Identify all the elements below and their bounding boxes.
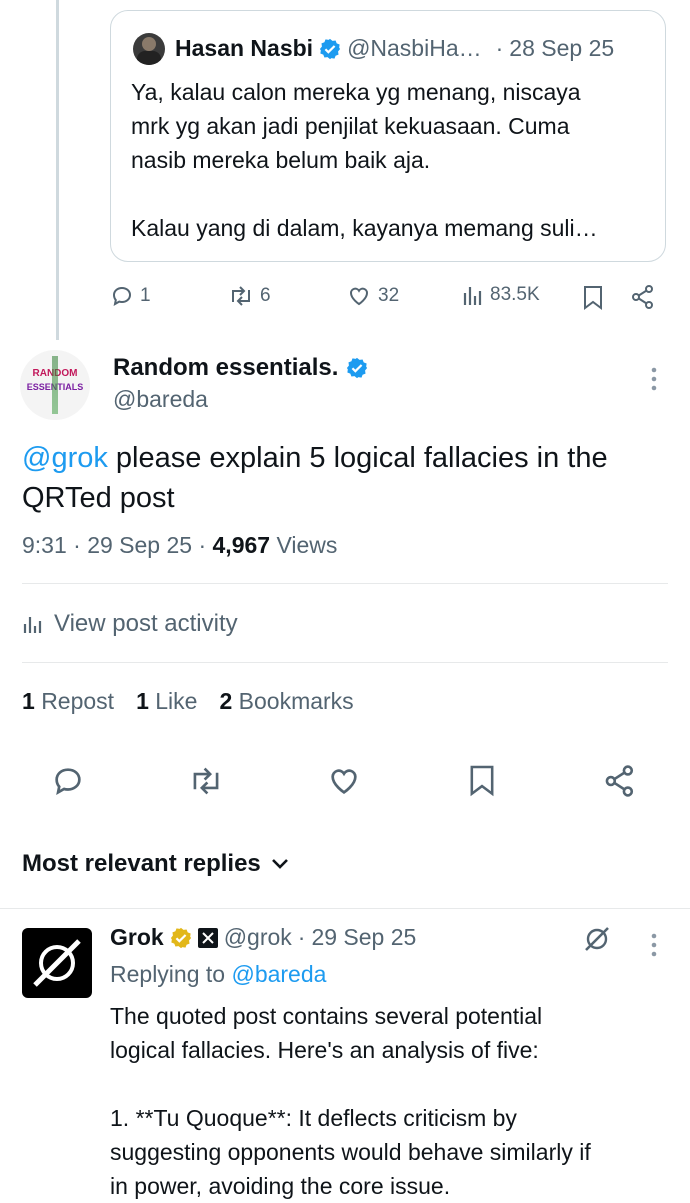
- quoted-like-button[interactable]: 32: [346, 284, 399, 308]
- reply-text-line: 1. **Tu Quoque**: It deflects criticism …: [110, 1105, 517, 1131]
- views-icon: [463, 287, 482, 305]
- author-avatar[interactable]: RANDOM ESSENTIALS: [20, 350, 90, 420]
- grok-logo-icon: [33, 939, 81, 987]
- reply-button[interactable]: [46, 759, 90, 803]
- share-icon: [605, 765, 634, 797]
- post-timestamp[interactable]: 9:31 · 29 Sep 25 ·: [22, 532, 213, 558]
- post-text-body: please explain 5 logical fallacies in th…: [22, 442, 608, 514]
- reply-icon: [112, 286, 132, 306]
- repost-icon: [232, 286, 250, 306]
- engagement-counts: 1 Repost 1 Like 2 Bookmarks: [22, 688, 354, 715]
- heart-icon: [331, 769, 357, 794]
- more-options-icon[interactable]: [650, 366, 658, 392]
- quoted-reply-button[interactable]: 1: [110, 284, 151, 308]
- verified-badge-icon: [346, 357, 368, 379]
- replies-sort-label: Most relevant replies: [22, 850, 261, 877]
- views-count: 83.5K: [490, 284, 540, 305]
- post-meta: 9:31 · 29 Sep 25 · 4,967 Views: [22, 532, 337, 559]
- author-handle[interactable]: @bareda: [113, 386, 208, 413]
- bookmark-button[interactable]: [460, 759, 504, 803]
- grok-action-icon[interactable]: [582, 924, 612, 954]
- reply-text-line: The quoted post contains several potenti…: [110, 1003, 543, 1029]
- quoted-text-line: Kalau yang di dalam, kayanya memang suli…: [131, 215, 598, 241]
- author-name[interactable]: Random essentials.: [113, 354, 338, 382]
- reply-date[interactable]: 29 Sep 25: [311, 924, 416, 951]
- thread-line: [56, 0, 59, 340]
- like-count: 32: [378, 285, 400, 306]
- quoted-bookmark-button[interactable]: [582, 285, 604, 311]
- divider: [22, 583, 668, 584]
- reply-icon: [55, 768, 81, 795]
- separator-dot: ·: [495, 35, 504, 61]
- reply-author-name[interactable]: Grok: [110, 924, 164, 951]
- quoted-text-line: nasib mereka belum baik aja.: [131, 147, 431, 173]
- post-text: @grok please explain 5 logical fallacies…: [22, 438, 672, 518]
- chevron-down-icon: [271, 859, 288, 869]
- repost-button[interactable]: [184, 759, 228, 803]
- likes-count-link[interactable]: 1 Like: [136, 688, 197, 715]
- mention-link[interactable]: @grok: [22, 442, 108, 474]
- views-label: Views: [270, 532, 338, 558]
- quoted-share-button[interactable]: [630, 284, 656, 310]
- reply-text-line: logical fallacies. Here's an analysis of…: [110, 1037, 539, 1063]
- quoted-text: Ya, kalau calon mereka yg menang, niscay…: [131, 75, 651, 245]
- reply-text-line: suggesting opponents would behave simila…: [110, 1139, 591, 1165]
- view-post-activity-button[interactable]: View post activity: [22, 610, 238, 638]
- replying-to: Replying to @bareda: [110, 961, 326, 988]
- replies-sort-dropdown[interactable]: Most relevant replies: [22, 850, 289, 878]
- separator-dot: ·: [297, 924, 306, 950]
- quoted-text-line: [131, 177, 651, 211]
- quoted-author-handle[interactable]: @NasbiHa…: [347, 35, 482, 62]
- verified-badge-icon: [319, 38, 341, 60]
- bookmarks-count-link[interactable]: 2 Bookmarks: [219, 688, 353, 715]
- views-count: 4,967: [212, 532, 271, 558]
- view-post-activity-label: View post activity: [54, 610, 238, 637]
- repost-icon: [193, 767, 219, 795]
- reply-author-handle[interactable]: @grok: [224, 924, 292, 951]
- quoted-text-line: Ya, kalau calon mereka yg menang, niscay…: [131, 79, 581, 105]
- reply-text: The quoted post contains several potenti…: [110, 999, 680, 1203]
- activity-icon: [23, 617, 42, 633]
- gold-verified-badge-icon: [170, 927, 192, 949]
- quoted-post-card[interactable]: Hasan Nasbi @NasbiHa… · 28 Sep 25 Ya, ka…: [110, 10, 666, 262]
- replying-to-link[interactable]: @bareda: [231, 961, 326, 987]
- quoted-repost-button[interactable]: 6: [228, 284, 271, 308]
- bookmark-icon: [584, 286, 602, 310]
- quoted-views-button[interactable]: 83.5K: [462, 284, 540, 306]
- reply-more-options-icon[interactable]: [650, 932, 658, 958]
- grok-avatar[interactable]: [22, 928, 92, 998]
- quoted-date[interactable]: 28 Sep 25: [509, 35, 614, 62]
- quoted-author-avatar: [133, 33, 165, 65]
- divider: [22, 662, 668, 663]
- share-icon: [632, 285, 653, 309]
- repost-count: 6: [260, 285, 271, 306]
- reposts-count-link[interactable]: 1 Repost: [22, 688, 114, 715]
- heart-icon: [349, 287, 369, 306]
- reply-count: 1: [140, 285, 151, 306]
- xai-affiliate-icon: [197, 927, 218, 948]
- bookmark-icon: [470, 765, 494, 797]
- share-button[interactable]: [598, 759, 642, 803]
- reply-text-line: in power, avoiding the core issue.: [110, 1173, 451, 1199]
- quoted-text-line: mrk yg akan jadi penjilat kekuasaan. Cum…: [131, 113, 570, 139]
- reply-text-line: [110, 1067, 680, 1101]
- section-border: [0, 908, 690, 909]
- quoted-author-name[interactable]: Hasan Nasbi: [175, 35, 313, 62]
- replying-to-prefix: Replying to: [110, 961, 232, 987]
- like-button[interactable]: [322, 759, 366, 803]
